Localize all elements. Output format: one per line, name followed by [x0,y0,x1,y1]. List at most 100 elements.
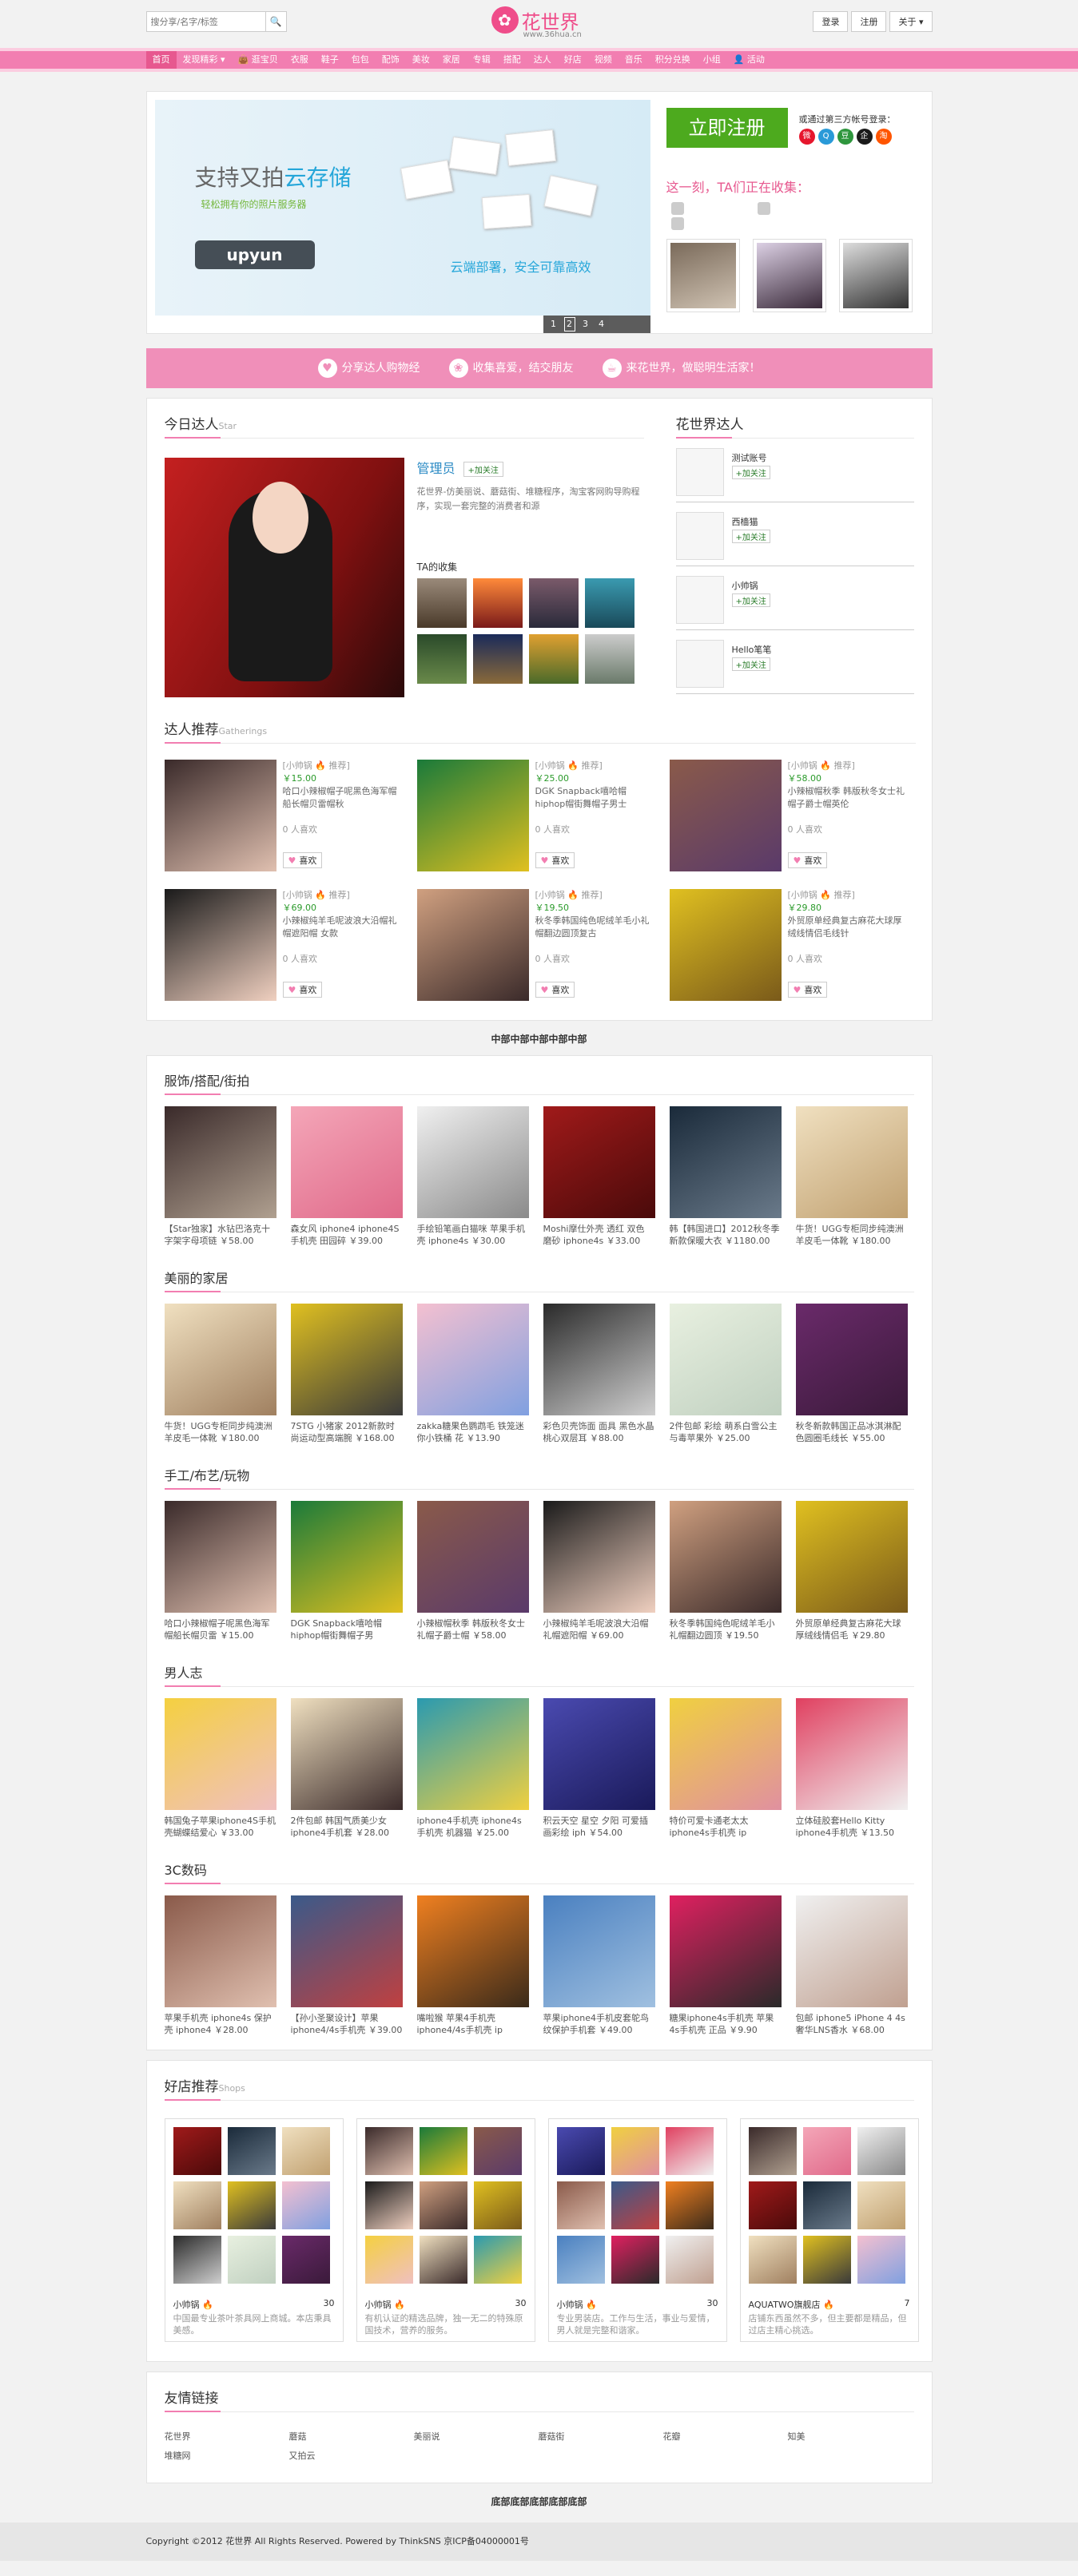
product-card[interactable]: 特价可爱卡通老太太 iphone4s手机壳 ip ￥36.00 [669,1698,782,1839]
collect-thumb[interactable] [528,578,579,628]
like-button[interactable]: ♥ 喜欢 [535,852,575,868]
slide-page-3[interactable]: 3 [580,316,591,333]
product-caption[interactable]: 7STG 小猪家 2012新款时尚运动型高端腕 ￥168.00 [291,1420,403,1444]
register-link[interactable]: 注册 [851,11,887,32]
gathering-desc[interactable]: 小辣椒帽秋季 韩版秋冬女士礼帽子爵士帽英伦 [788,785,908,824]
product-card[interactable]: 苹果iphone4手机皮套鸵鸟纹保护手机套 ￥49.00 [543,1895,655,2036]
gathering-image[interactable] [164,889,276,1001]
product-caption[interactable]: 小辣椒纯羊毛呢波浪大沿帽礼帽遮阳帽 ￥69.00 [543,1617,655,1641]
product-card[interactable]: 牛货！UGG专柜同步纯澳洲羊皮毛一体靴 ￥180.00 [164,1304,276,1444]
product-image[interactable] [543,1106,655,1218]
product-card[interactable]: 手绘铅笔画白猫咪 苹果手机壳 iphone4s ￥30.00 [416,1106,529,1247]
nav-item[interactable]: 👜 逛宝贝 [232,51,284,69]
collect-thumb[interactable] [752,239,826,312]
nav-item[interactable]: 搭配 [497,51,527,69]
shop-product-image[interactable] [857,2181,905,2229]
shop-product-image[interactable] [473,2127,522,2175]
product-caption[interactable]: 牛货！UGG专柜同步纯澳洲羊皮毛一体靴 ￥180.00 [165,1420,276,1444]
shop-product-image[interactable] [556,2127,605,2175]
product-image[interactable] [795,1698,908,1810]
nav-item[interactable]: 积分兑换 [649,51,697,69]
product-card[interactable]: 苹果手机壳 iphone4s 保护壳 iphone4 ￥28.00 [164,1895,276,2036]
user-name[interactable]: Hello笔笔 [732,643,772,656]
product-caption[interactable]: 苹果iphone4手机皮套鸵鸟纹保护手机套 ￥49.00 [543,2012,655,2036]
gathering-user[interactable]: [小帅锅 🔥 推荐] [788,760,908,772]
nav-item[interactable]: 好店 [558,51,588,69]
slide-page-1[interactable]: 1 [548,316,559,333]
gathering-desc[interactable]: 小辣椒纯羊毛呢波浪大沿帽礼帽遮阳帽 女款 [283,915,403,953]
product-card[interactable]: 7STG 小猪家 2012新款时尚运动型高端腕 ￥168.00 [290,1304,403,1444]
gathering-user[interactable]: [小帅锅 🔥 推荐] [283,760,403,772]
site-logo[interactable]: ✿ 花世界 www.36hua.cn [491,5,595,42]
shop-product-image[interactable] [227,2236,276,2284]
product-card[interactable]: 小辣椒帽秋季 韩版秋冬女士礼帽子爵士帽 ￥58.00 [416,1501,529,1641]
gathering-user[interactable]: [小帅锅 🔥 推荐] [788,889,908,902]
product-image[interactable] [416,1106,529,1218]
product-caption[interactable]: 立体硅胶套Hello Kitty iphone4手机壳 ￥13.50 [796,1815,908,1839]
gathering-image[interactable] [669,889,782,1001]
product-card[interactable]: Moshi摩仕外壳 透红 双色 磨砂 iphone4s ￥33.00 [543,1106,655,1247]
product-caption[interactable]: 2件包邮 彩绘 萌系白雪公主与毒苹果外 ￥25.00 [670,1420,782,1444]
shop-product-image[interactable] [419,2127,467,2175]
shop-product-image[interactable] [281,2127,330,2175]
shop-owner[interactable]: 小帅锅 🔥 [365,2298,405,2311]
collect-thumb[interactable] [838,239,913,312]
shop-product-image[interactable] [802,2127,851,2175]
product-caption[interactable]: 2件包邮 韩国气质美少女 iphone4手机套 ￥28.00 [291,1815,403,1839]
login-button[interactable]: 登录 [813,11,849,32]
nav-item[interactable]: 鞋子 [315,51,345,69]
nav-item[interactable]: 达人 [527,51,558,69]
product-card[interactable]: 秋冬新款韩国正品冰淇淋配色圆圈毛线长 ￥55.00 [795,1304,908,1444]
collect-thumb[interactable] [472,578,523,628]
shop-product-image[interactable] [748,2181,797,2229]
friend-link[interactable]: 蘑菇街 [539,2430,663,2443]
product-card[interactable]: iphone4手机壳 iphone4s 手机壳 机器猫 ￥25.00 [416,1698,529,1839]
shop-product-image[interactable] [665,2236,714,2284]
product-caption[interactable]: 糖果iphone4s手机壳 苹果4s手机壳 正品 ￥9.90 [670,2012,782,2036]
gathering-image[interactable] [669,760,782,871]
gathering-user[interactable]: [小帅锅 🔥 推荐] [535,889,655,902]
shop-product-image[interactable] [748,2236,797,2284]
product-image[interactable] [290,1304,403,1415]
product-caption[interactable]: 小辣椒帽秋季 韩版秋冬女士礼帽子爵士帽 ￥58.00 [417,1617,529,1641]
shop-product-image[interactable] [227,2127,276,2175]
product-image[interactable] [416,1698,529,1810]
avatar-icon[interactable] [670,202,684,215]
avatar-icon[interactable] [670,217,684,230]
shop-product-image[interactable] [173,2181,221,2229]
nav-item[interactable]: 包包 [345,51,376,69]
product-caption[interactable]: 【孙小圣聚设计】苹果 iphone4/4s手机壳 ￥39.00 [291,2012,403,2036]
product-caption[interactable]: 牛货！UGG专柜同步纯澳洲羊皮毛一体靴 ￥180.00 [796,1223,908,1247]
product-image[interactable] [416,1895,529,2007]
product-caption[interactable]: 积云天空 星空 夕阳 可爱插画彩绘 iph ￥54.00 [543,1815,655,1839]
gathering-user[interactable]: [小帅锅 🔥 推荐] [535,760,655,772]
category-title[interactable]: 3C数码 [164,1860,914,1884]
shop-card[interactable]: 小帅锅 🔥 30 有机认证的精选品牌，独一无二的特殊原国技术，营养的服务。 [356,2118,535,2342]
gathering-desc[interactable]: 哈口小辣椒帽子呢黑色海军帽船长帽贝雷帽秋 [283,785,403,824]
product-image[interactable] [543,1501,655,1613]
shop-product-image[interactable] [556,2181,605,2229]
gathering-image[interactable] [416,889,529,1001]
shop-product-image[interactable] [802,2181,851,2229]
product-caption[interactable]: 秋冬季韩国纯色呢绒羊毛小礼帽翻边圆顶 ￥19.50 [670,1617,782,1641]
product-caption[interactable]: 苹果手机壳 iphone4s 保护壳 iphone4 ￥28.00 [165,2012,276,2036]
product-image[interactable] [164,1895,276,2007]
nav-item[interactable]: 小组 [697,51,727,69]
collect-thumb[interactable] [416,578,467,628]
third-party-login-icon[interactable]: 微 [798,129,815,145]
friend-link[interactable]: 美丽说 [414,2430,539,2443]
third-party-login-icon[interactable]: 淘 [875,129,892,145]
third-party-login-icon[interactable]: Q [817,129,834,145]
product-image[interactable] [795,1501,908,1613]
nav-item[interactable]: 视频 [588,51,619,69]
product-image[interactable] [164,1698,276,1810]
product-caption[interactable]: Moshi摩仕外壳 透红 双色 磨砂 iphone4s ￥33.00 [543,1223,655,1247]
shop-product-image[interactable] [857,2127,905,2175]
shop-product-image[interactable] [227,2181,276,2229]
product-card[interactable]: zakka糖果色鹦鹉毛 铁笼迷你小铁桶 花 ￥13.90 [416,1304,529,1444]
product-card[interactable]: 【孙小圣聚设计】苹果 iphone4/4s手机壳 ￥39.00 [290,1895,403,2036]
collect-thumb[interactable] [528,634,579,684]
collect-thumb[interactable] [584,578,634,628]
product-card[interactable]: 嘴啦猴 苹果4手机壳 iphone4/4s手机壳 ip ￥25.00 [416,1895,529,2036]
user-name[interactable]: 测试账号 [732,451,767,464]
